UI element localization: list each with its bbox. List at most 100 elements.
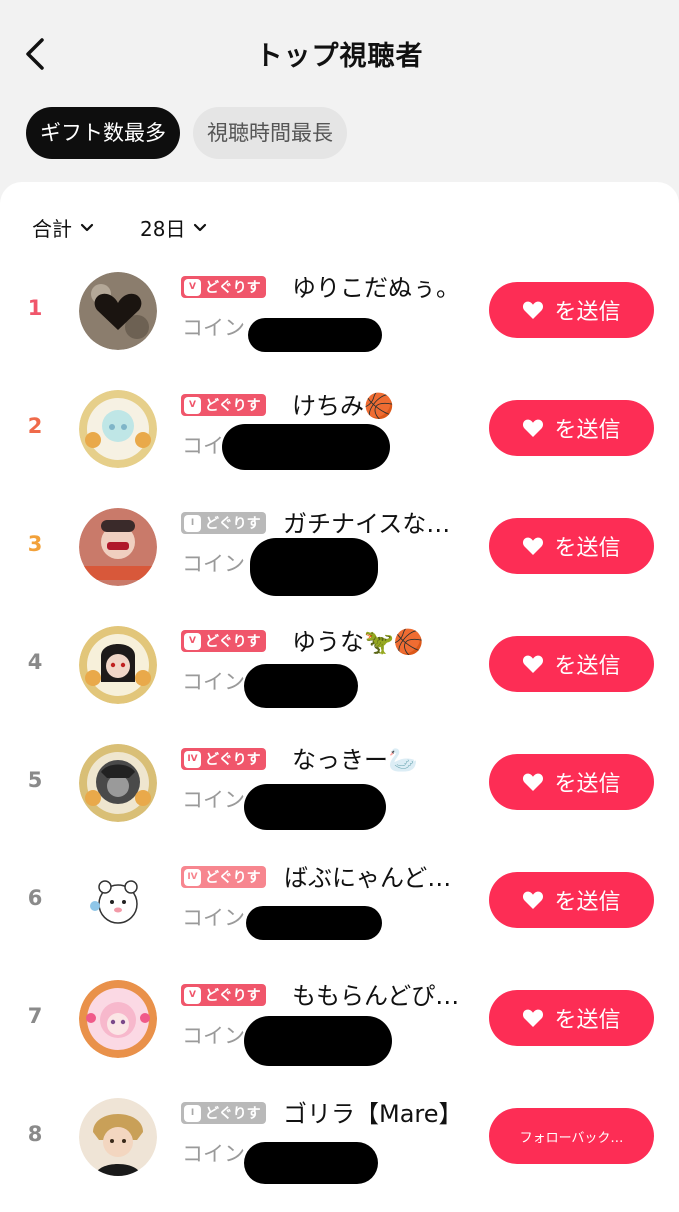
avatar[interactable] [79, 862, 157, 940]
fan-club-name: どぐりす [205, 398, 261, 414]
coin-label: コイン [182, 1142, 245, 1166]
filter-period-dropdown[interactable]: 28日 [140, 213, 207, 242]
coin-label: コイン [182, 788, 245, 812]
viewer-name: ももらんどぴ… [292, 982, 460, 1010]
fan-club-badge: IV どぐりす [181, 748, 266, 770]
viewer-name: ガチナイスな… [283, 510, 451, 538]
send-label: を送信 [554, 300, 621, 325]
send-heart-button[interactable]: を送信 [489, 872, 654, 928]
fan-club-name: どぐりす [205, 1106, 261, 1122]
fan-club-name: どぐりす [205, 516, 261, 532]
send-label: を送信 [554, 1008, 621, 1033]
avatar[interactable] [79, 980, 157, 1058]
send-heart-button[interactable]: を送信 [489, 518, 654, 574]
heart-level-icon: V [184, 986, 201, 1004]
page-title: トップ視聴者 [255, 41, 424, 72]
fan-club-name: どぐりす [205, 870, 261, 886]
viewer-name: けちみ🏀 [292, 392, 394, 420]
filter-bar: 合計 28日 [32, 213, 207, 242]
list-item[interactable]: 1 V どぐりす ゆりこだぬぅ。 コイン を送信 [0, 252, 679, 370]
rank-number: 2 [27, 414, 43, 438]
viewer-name: ゆりこだぬぅ。 [292, 274, 460, 302]
avatar[interactable] [79, 626, 157, 704]
avatar[interactable] [79, 744, 157, 822]
send-label: を送信 [554, 654, 621, 679]
heart-icon [523, 301, 544, 319]
coin-label: コイン [182, 552, 245, 576]
coin-label: コイン [182, 316, 245, 340]
send-label: を送信 [554, 890, 621, 915]
fan-club-badge: V どぐりす [181, 394, 266, 416]
follow-back-button[interactable]: フォローバック… [489, 1108, 654, 1164]
rank-number: 5 [27, 768, 43, 792]
chevron-down-icon [194, 223, 207, 231]
heart-level-icon: IV [184, 868, 201, 886]
send-heart-button[interactable]: を送信 [489, 754, 654, 810]
list-item[interactable]: 4 V どぐりす ゆうな🦖🏀 コイン を送信 [0, 606, 679, 724]
rank-number: 6 [27, 886, 43, 910]
list-item[interactable]: 6 IV どぐりす ばぶにゃんど… コイン を送信 [0, 842, 679, 960]
redaction-mark [244, 784, 386, 830]
send-heart-button[interactable]: を送信 [489, 400, 654, 456]
heart-level-icon: V [184, 278, 201, 296]
send-label: を送信 [554, 536, 621, 561]
list-item[interactable]: 2 V どぐりす けちみ🏀 コイン を送信 [0, 370, 679, 488]
avatar[interactable] [79, 272, 157, 350]
redaction-mark [244, 664, 358, 708]
coin-label: コイン [182, 670, 245, 694]
fan-club-name: どぐりす [205, 280, 261, 296]
filter-total-label: 合計 [32, 217, 72, 241]
redaction-mark [250, 538, 378, 596]
fan-club-name: どぐりす [205, 752, 261, 768]
tab-most-gifts[interactable]: ギフト数最多 [26, 107, 180, 159]
follow-back-label: フォローバック… [519, 1130, 624, 1146]
heart-icon [523, 537, 544, 555]
rank-number: 3 [27, 532, 43, 556]
header-bar: トップ視聴者 [0, 0, 679, 100]
redaction-mark [244, 1016, 392, 1066]
avatar[interactable] [79, 390, 157, 468]
rank-number: 8 [27, 1122, 43, 1146]
avatar[interactable] [79, 1098, 157, 1176]
send-heart-button[interactable]: を送信 [489, 282, 654, 338]
coin-label: コイン [182, 1024, 245, 1048]
heart-icon [523, 891, 544, 909]
heart-level-icon: V [184, 632, 201, 650]
heart-icon [523, 419, 544, 437]
send-label: を送信 [554, 772, 621, 797]
fan-club-badge: I どぐりす [181, 512, 266, 534]
rank-number: 1 [27, 296, 43, 320]
fan-club-badge: V どぐりす [181, 630, 266, 652]
tab-bar: ギフト数最多 視聴時間最長 [26, 107, 347, 159]
avatar[interactable] [79, 508, 157, 586]
send-heart-button[interactable]: を送信 [489, 636, 654, 692]
fan-club-badge: IV どぐりす [181, 866, 266, 888]
list-item[interactable]: 3 I どぐりす ガチナイスな… コイン を送信 [0, 488, 679, 606]
list-item[interactable]: 8 I どぐりす ゴリラ【Mare】 コイン フォローバック… [0, 1078, 679, 1196]
list-item[interactable]: 5 IV どぐりす なっきー🦢 コイン を送信 [0, 724, 679, 842]
viewer-name: なっきー🦢 [292, 746, 418, 774]
fan-club-badge: I どぐりす [181, 1102, 266, 1124]
heart-icon [523, 1009, 544, 1027]
fan-club-badge: V どぐりす [181, 276, 266, 298]
rank-number: 4 [27, 650, 43, 674]
list-item[interactable]: 7 V どぐりす ももらんどぴ… コイン を送信 [0, 960, 679, 1078]
fan-club-name: どぐりす [205, 988, 261, 1004]
heart-level-icon: I [184, 514, 201, 532]
filter-total-dropdown[interactable]: 合計 [32, 213, 94, 242]
redaction-mark [222, 424, 390, 470]
viewer-name: ばぶにゃんど… [284, 864, 452, 892]
coin-label: コイン [182, 906, 245, 930]
redaction-mark [248, 318, 382, 352]
tab-longest-watch[interactable]: 視聴時間最長 [193, 107, 347, 159]
send-label: を送信 [554, 418, 621, 443]
heart-level-icon: V [184, 396, 201, 414]
heart-icon [523, 773, 544, 791]
viewer-name: ゆうな🦖🏀 [292, 628, 424, 656]
viewer-name: ゴリラ【Mare】 [283, 1100, 463, 1128]
redaction-mark [244, 1142, 378, 1184]
send-heart-button[interactable]: を送信 [489, 990, 654, 1046]
chevron-down-icon [80, 223, 94, 231]
heart-level-icon: IV [184, 750, 201, 768]
filter-period-label: 28日 [140, 217, 186, 241]
